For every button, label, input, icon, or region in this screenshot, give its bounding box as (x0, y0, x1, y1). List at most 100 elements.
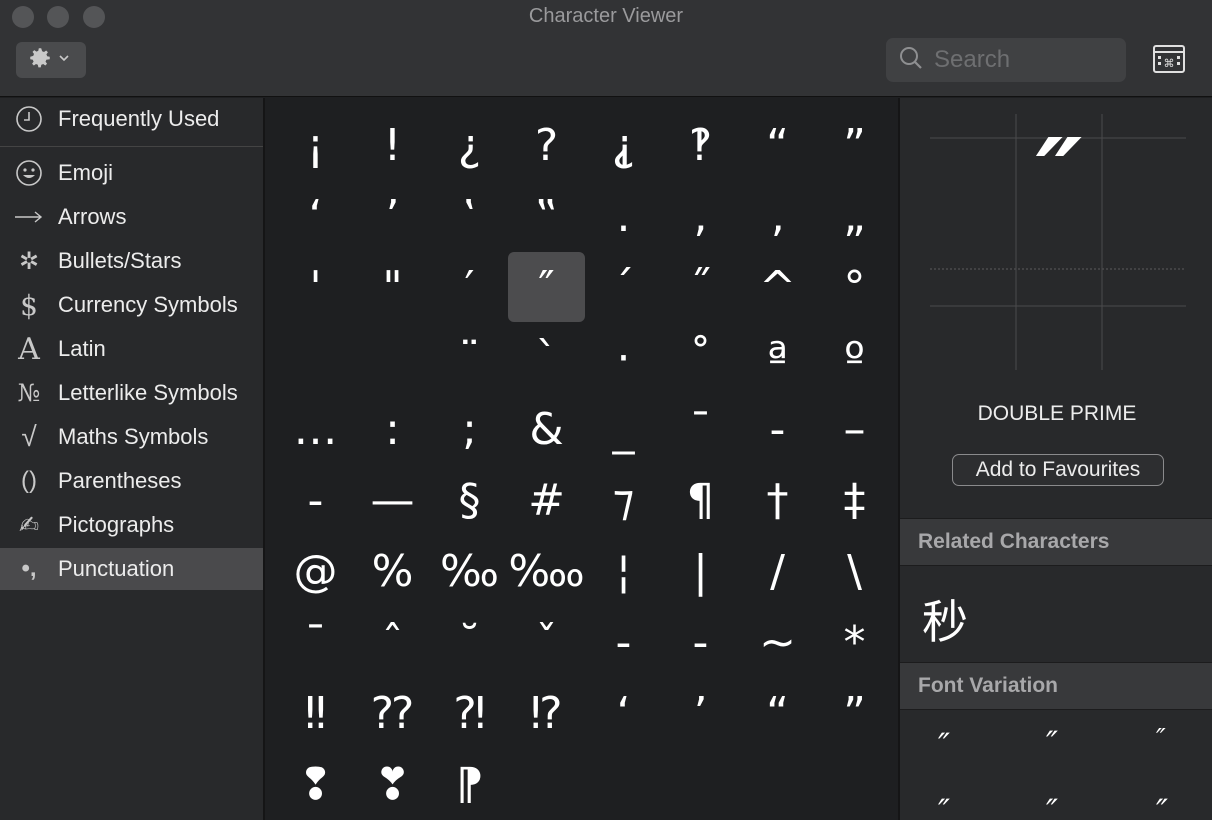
related-character[interactable]: 秒 (922, 586, 968, 652)
font-variation-glyph[interactable]: ″ (1046, 792, 1058, 820)
character-cell[interactable]: ˆ (354, 607, 431, 677)
character-cell[interactable]: ″ (508, 252, 585, 322)
character-cell[interactable]: ! (354, 110, 431, 180)
character-cell[interactable]: @ (277, 536, 354, 606)
sidebar-item-label: Punctuation (58, 556, 175, 581)
sidebar-item-arrows[interactable]: Arrows (0, 196, 263, 238)
keyboard-viewer-icon[interactable]: ⌘ (1152, 44, 1186, 74)
character-cell[interactable]: _ (585, 394, 662, 464)
character-cell[interactable]: \ (816, 536, 893, 606)
character-cell[interactable]: ˇ (508, 607, 585, 677)
character-cell[interactable]: ‼ (277, 678, 354, 748)
character-cell[interactable]: ‚ (739, 181, 816, 251)
sidebar-item-emoji[interactable]: Emoji (0, 152, 263, 194)
character-cell[interactable]: ¦ (585, 536, 662, 606)
character-cell[interactable]: § (431, 465, 508, 535)
character-cell[interactable]: " (354, 252, 431, 322)
character-cell[interactable]: ‟ (508, 181, 585, 251)
character-cell[interactable]: - (277, 465, 354, 535)
sidebar-item-frequently-used[interactable]: Frequently Used (0, 98, 263, 140)
character-cell[interactable]: · (585, 323, 662, 393)
character-cell[interactable]: . (585, 181, 662, 251)
character-cell[interactable]: ❢ (277, 749, 354, 819)
character-cell[interactable]: ‽ (662, 110, 739, 180)
character-cell[interactable]: % (354, 536, 431, 606)
sidebar-item-parentheses[interactable]: () Parentheses (0, 460, 263, 502)
character-cell[interactable]: — (354, 465, 431, 535)
character-cell[interactable]: ” (816, 678, 893, 748)
font-variation-glyph[interactable]: ″ (1156, 724, 1166, 754)
character-cell[interactable]: ˝ (662, 252, 739, 322)
add-to-favourites-button[interactable]: Add to Favourites (952, 454, 1164, 486)
character-cell[interactable]: „ (816, 181, 893, 251)
character-cell[interactable]: ¨ (431, 323, 508, 393)
font-variation-glyph[interactable]: ″ (1156, 792, 1168, 820)
character-cell[interactable]: ⁇ (354, 678, 431, 748)
sidebar-item-pictographs[interactable]: ✍ Pictographs (0, 504, 263, 546)
sidebar-item-letterlike-symbols[interactable]: № Letterlike Symbols (0, 372, 263, 414)
character-cell[interactable]: / (739, 536, 816, 606)
character-cell[interactable]: ” (816, 110, 893, 180)
search-input[interactable] (934, 46, 1114, 74)
character-cell[interactable]: ‘ (277, 181, 354, 251)
character-cell[interactable]: “ (739, 678, 816, 748)
character-cell[interactable]: ¡ (277, 110, 354, 180)
character-cell[interactable]: ° (816, 252, 893, 322)
character-cell[interactable]: - (739, 394, 816, 464)
character-cell[interactable]: ’ (662, 678, 739, 748)
character-cell[interactable]: ˚ (662, 323, 739, 393)
character-cell[interactable]: ⁈ (431, 678, 508, 748)
character-cell[interactable]: ? (508, 110, 585, 180)
character-cell[interactable]: ‰ (431, 536, 508, 606)
character-cell[interactable]: # (508, 465, 585, 535)
sidebar-item-bullets-stars[interactable]: ✲ Bullets/Stars (0, 240, 263, 282)
character-cell[interactable]: ‡ (816, 465, 893, 535)
character-cell[interactable]: : (354, 394, 431, 464)
sidebar-item-maths-symbols[interactable]: √ Maths Symbols (0, 416, 263, 458)
character-cell[interactable]: ˘ (431, 607, 508, 677)
font-variation-glyph[interactable]: ″ (1046, 724, 1058, 762)
sidebar-item-latin[interactable]: A Latin (0, 328, 263, 370)
character-cell[interactable]: “ (739, 110, 816, 180)
character-cell[interactable]: † (739, 465, 816, 535)
character-cell[interactable]: ❣ (354, 749, 431, 819)
character-cell[interactable]: , (662, 181, 739, 251)
character-cell[interactable]: ~ (739, 607, 816, 677)
font-variation-glyph[interactable]: ″ (938, 726, 950, 764)
search-field[interactable] (886, 38, 1126, 82)
character-cell[interactable]: ¯ (662, 394, 739, 464)
character-cell[interactable]: | (662, 536, 739, 606)
font-variation-header: Font Variation (900, 662, 1212, 710)
character-cell[interactable]: ; (431, 394, 508, 464)
character-cell[interactable]: ’ (354, 181, 431, 251)
window-title: Character Viewer (528, 5, 684, 27)
character-cell[interactable]: ¶ (662, 465, 739, 535)
character-cell[interactable]: - (662, 607, 739, 677)
character-cell[interactable]: ^ (739, 252, 816, 322)
sidebar-item-punctuation[interactable]: •, Punctuation (0, 548, 263, 590)
character-cell[interactable]: ⁉ (508, 678, 585, 748)
character-cell[interactable]: – (816, 394, 893, 464)
character-cell[interactable]: & (508, 394, 585, 464)
character-cell[interactable]: º (816, 323, 893, 393)
character-cell[interactable]: ª (739, 323, 816, 393)
character-cell[interactable]: ⸘ (585, 110, 662, 180)
character-cell[interactable]: ' (277, 252, 354, 322)
character-cell[interactable]: ¿ (431, 110, 508, 180)
character-cell[interactable]: ′ (431, 252, 508, 322)
character-cell[interactable]: ´ (585, 252, 662, 322)
character-cell[interactable]: ˉ (277, 607, 354, 677)
character-cell[interactable]: ` (508, 323, 585, 393)
character-cell[interactable]: * (816, 607, 893, 677)
title-bar: Character Viewer ⌘ (0, 0, 1212, 97)
action-menu-button[interactable] (16, 42, 86, 78)
character-cell[interactable]: … (277, 394, 354, 464)
character-cell[interactable]: - (585, 607, 662, 677)
character-cell[interactable]: ‘ (585, 678, 662, 748)
character-cell[interactable]: ‱ (508, 536, 585, 606)
font-variation-glyph[interactable]: ″ (938, 792, 950, 820)
sidebar-item-currency-symbols[interactable]: $ Currency Symbols (0, 284, 263, 326)
character-cell[interactable]: ‛ (431, 181, 508, 251)
character-cell[interactable]: ⁋ (431, 749, 508, 819)
character-cell[interactable]: ⁊ (585, 465, 662, 535)
